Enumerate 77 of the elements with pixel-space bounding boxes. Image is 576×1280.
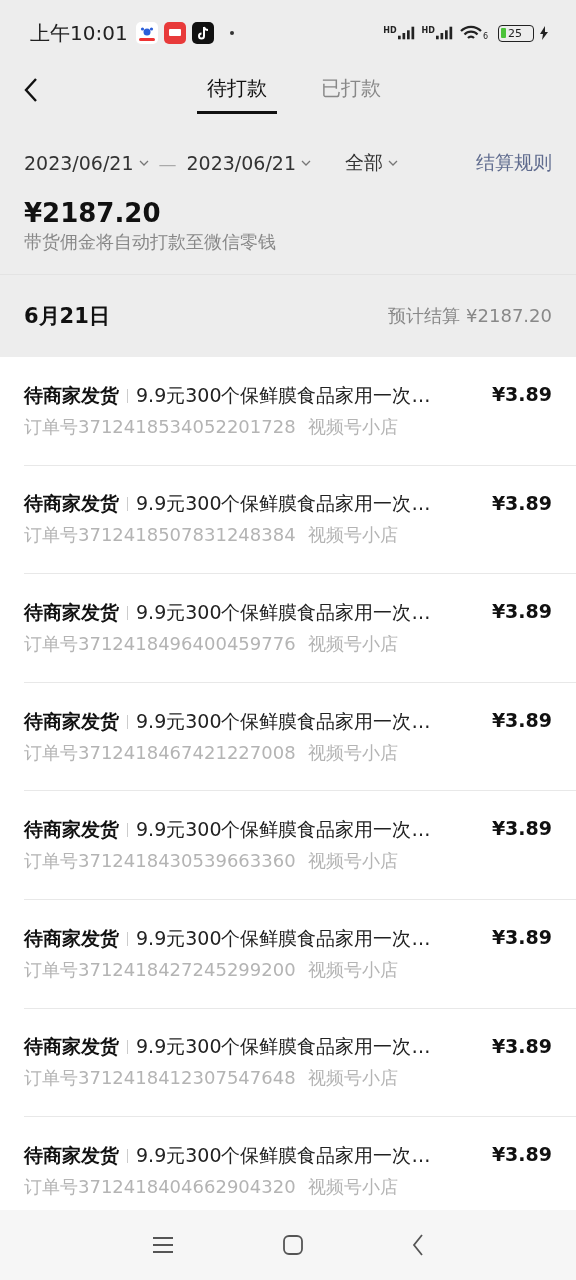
order-status: 待商家发货 [24,382,119,408]
hd-label: HD [421,26,435,35]
order-amount: ¥3.89 [491,925,552,948]
estimated-settlement: 预计结算 ¥2187.20 [388,304,552,328]
order-number: 订单号3712418507831248384 [24,523,296,548]
signal-icon [435,26,454,40]
tab[interactable]: 待打款 [197,66,277,114]
hd-label: HD [383,26,397,35]
wifi-label: 6 [482,32,488,41]
end-date-dropdown[interactable]: 2023/06/21 [186,152,312,174]
order-status: 待商家发货 [24,708,119,734]
order-status: 待商家发货 [24,925,119,951]
order-amount: ¥3.89 [491,817,552,840]
back-icon[interactable] [24,77,38,103]
day-date: 6月21日 [24,303,110,330]
order-amount: ¥3.89 [491,708,552,731]
product-title: 9.9元300个保鲜膜食品家用一次… [136,491,431,517]
shop-name: 视频号小店 [307,1066,398,1091]
signal-icon [397,26,416,40]
order-number: 订单号3712418430539663360 [24,849,296,874]
shop-name: 视频号小店 [307,632,398,656]
product-title: 9.9元300个保鲜膜食品家用一次… [136,708,431,734]
start-date-dropdown[interactable]: 2023/06/21 [24,152,149,174]
order-row[interactable]: 待商家发货 9.9元300个保鲜膜食品家用一次… 订单号3712418507831248384 视频号小店 ¥3.89 [24,465,576,575]
shop-name: 视频号小店 [307,849,398,874]
order-row[interactable]: 待商家发货 9.9元300个保鲜膜食品家用一次… 订单号3712418427245299200 视频号小店 ¥3.89 [24,899,576,1009]
order-number: 订单号3712418496400459776 [24,632,296,656]
order-number: 订单号3712418534052201728 [24,414,296,439]
shop-name: 视频号小店 [307,740,398,765]
caret-icon [388,160,399,166]
shop-name: 视频号小店 [307,523,398,548]
order-status: 待商家发货 [24,600,119,625]
order-row[interactable]: 待商家发货 9.9元300个保鲜膜食品家用一次… 订单号3712418467421227008 视频号小店 ¥3.89 [24,682,576,792]
order-number: 订单号3712418412307547648 [24,1066,296,1091]
order-amount: ¥3.89 [491,600,552,623]
order-row[interactable]: 待商家发货 9.9元300个保鲜膜食品家用一次… 订单号3712418412307547648 视频号小店 ¥3.89 [24,1008,576,1118]
battery-icon: 25 [498,24,534,42]
total-amount: ¥2187.20 [24,198,162,228]
category-dropdown[interactable]: 全部 [345,150,399,176]
caret-icon [138,160,149,166]
shop-name: 视频号小店 [307,414,398,439]
home-icon[interactable] [282,1234,304,1256]
order-status: 待商家发货 [24,1034,119,1060]
product-title: 9.9元300个保鲜膜食品家用一次… [136,925,431,951]
shop-name: 视频号小店 [307,957,398,982]
order-row[interactable]: 待商家发货 9.9元300个保鲜膜食品家用一次… 订单号3712418430539663360 视频号小店 ¥3.89 [24,791,576,900]
order-amount: ¥3.89 [491,383,552,405]
order-row[interactable]: 待商家发货 9.9元300个保鲜膜食品家用一次… 订单号3712418496400459776 视频号小店 ¥3.89 [24,574,576,683]
product-title: 9.9元300个保鲜膜食品家用一次… [136,1142,431,1168]
back-icon[interactable] [412,1234,424,1256]
settlement-rules-link[interactable]: 结算规则 [476,150,552,176]
order-amount: ¥3.89 [491,1034,552,1057]
product-title: 9.9元300个保鲜膜食品家用一次… [136,382,431,408]
order-amount: ¥3.89 [491,1143,552,1166]
dot-icon [229,31,234,35]
order-number: 订单号3712418467421227008 [24,740,296,765]
note-app-icon [191,22,214,44]
product-title: 9.9元300个保鲜膜食品家用一次… [136,1034,431,1060]
order-number: 订单号3712418404662904320 [24,1174,296,1199]
wifi-icon [459,25,482,41]
charging-icon [540,26,548,40]
status-time: 上午10:01 [30,19,128,47]
product-title: 9.9元300个保鲜膜食品家用一次… [136,600,431,625]
range-separator: — [158,152,177,174]
paw-app-icon [135,22,158,44]
order-status: 待商家发货 [24,1142,119,1168]
app-icon [163,22,186,44]
menu-icon[interactable] [152,1234,174,1256]
order-row[interactable]: 待商家发货 9.9元300个保鲜膜食品家用一次… 订单号3712418534052201728 视频号小店 ¥3.89 [24,357,576,466]
product-title: 9.9元300个保鲜膜食品家用一次… [136,817,431,843]
order-number: 订单号3712418427245299200 [24,957,296,982]
order-status: 待商家发货 [24,491,119,517]
caret-icon [301,160,312,166]
shop-name: 视频号小店 [307,1174,398,1199]
order-amount: ¥3.89 [491,491,552,514]
payout-note: 带货佣金将自动打款至微信零钱 [24,230,277,254]
order-status: 待商家发货 [24,817,119,843]
